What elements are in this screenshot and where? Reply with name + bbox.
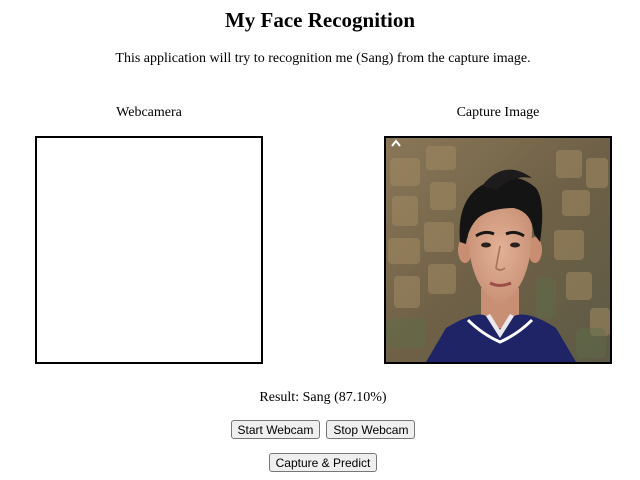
capture-controls: Capture & Predict (0, 453, 640, 472)
app-page: My Face Recognition This application wil… (0, 0, 640, 480)
stop-webcam-button[interactable]: Stop Webcam (326, 420, 416, 439)
page-description: This application will try to recognition… (115, 51, 531, 66)
webcam-video[interactable] (35, 136, 263, 364)
webcam-controls: Start Webcam Stop Webcam (0, 420, 640, 439)
start-webcam-button[interactable]: Start Webcam (230, 420, 321, 439)
capture-image (384, 136, 612, 364)
result-text: Result: Sang (87.10%) (259, 390, 387, 405)
captured-face-photo (386, 138, 610, 362)
capture-image-label: Capture Image (456, 105, 540, 120)
webcam-label: Webcamera (116, 105, 182, 120)
page-title: My Face Recognition (224, 8, 416, 32)
capture-predict-button[interactable]: Capture & Predict (268, 453, 378, 472)
